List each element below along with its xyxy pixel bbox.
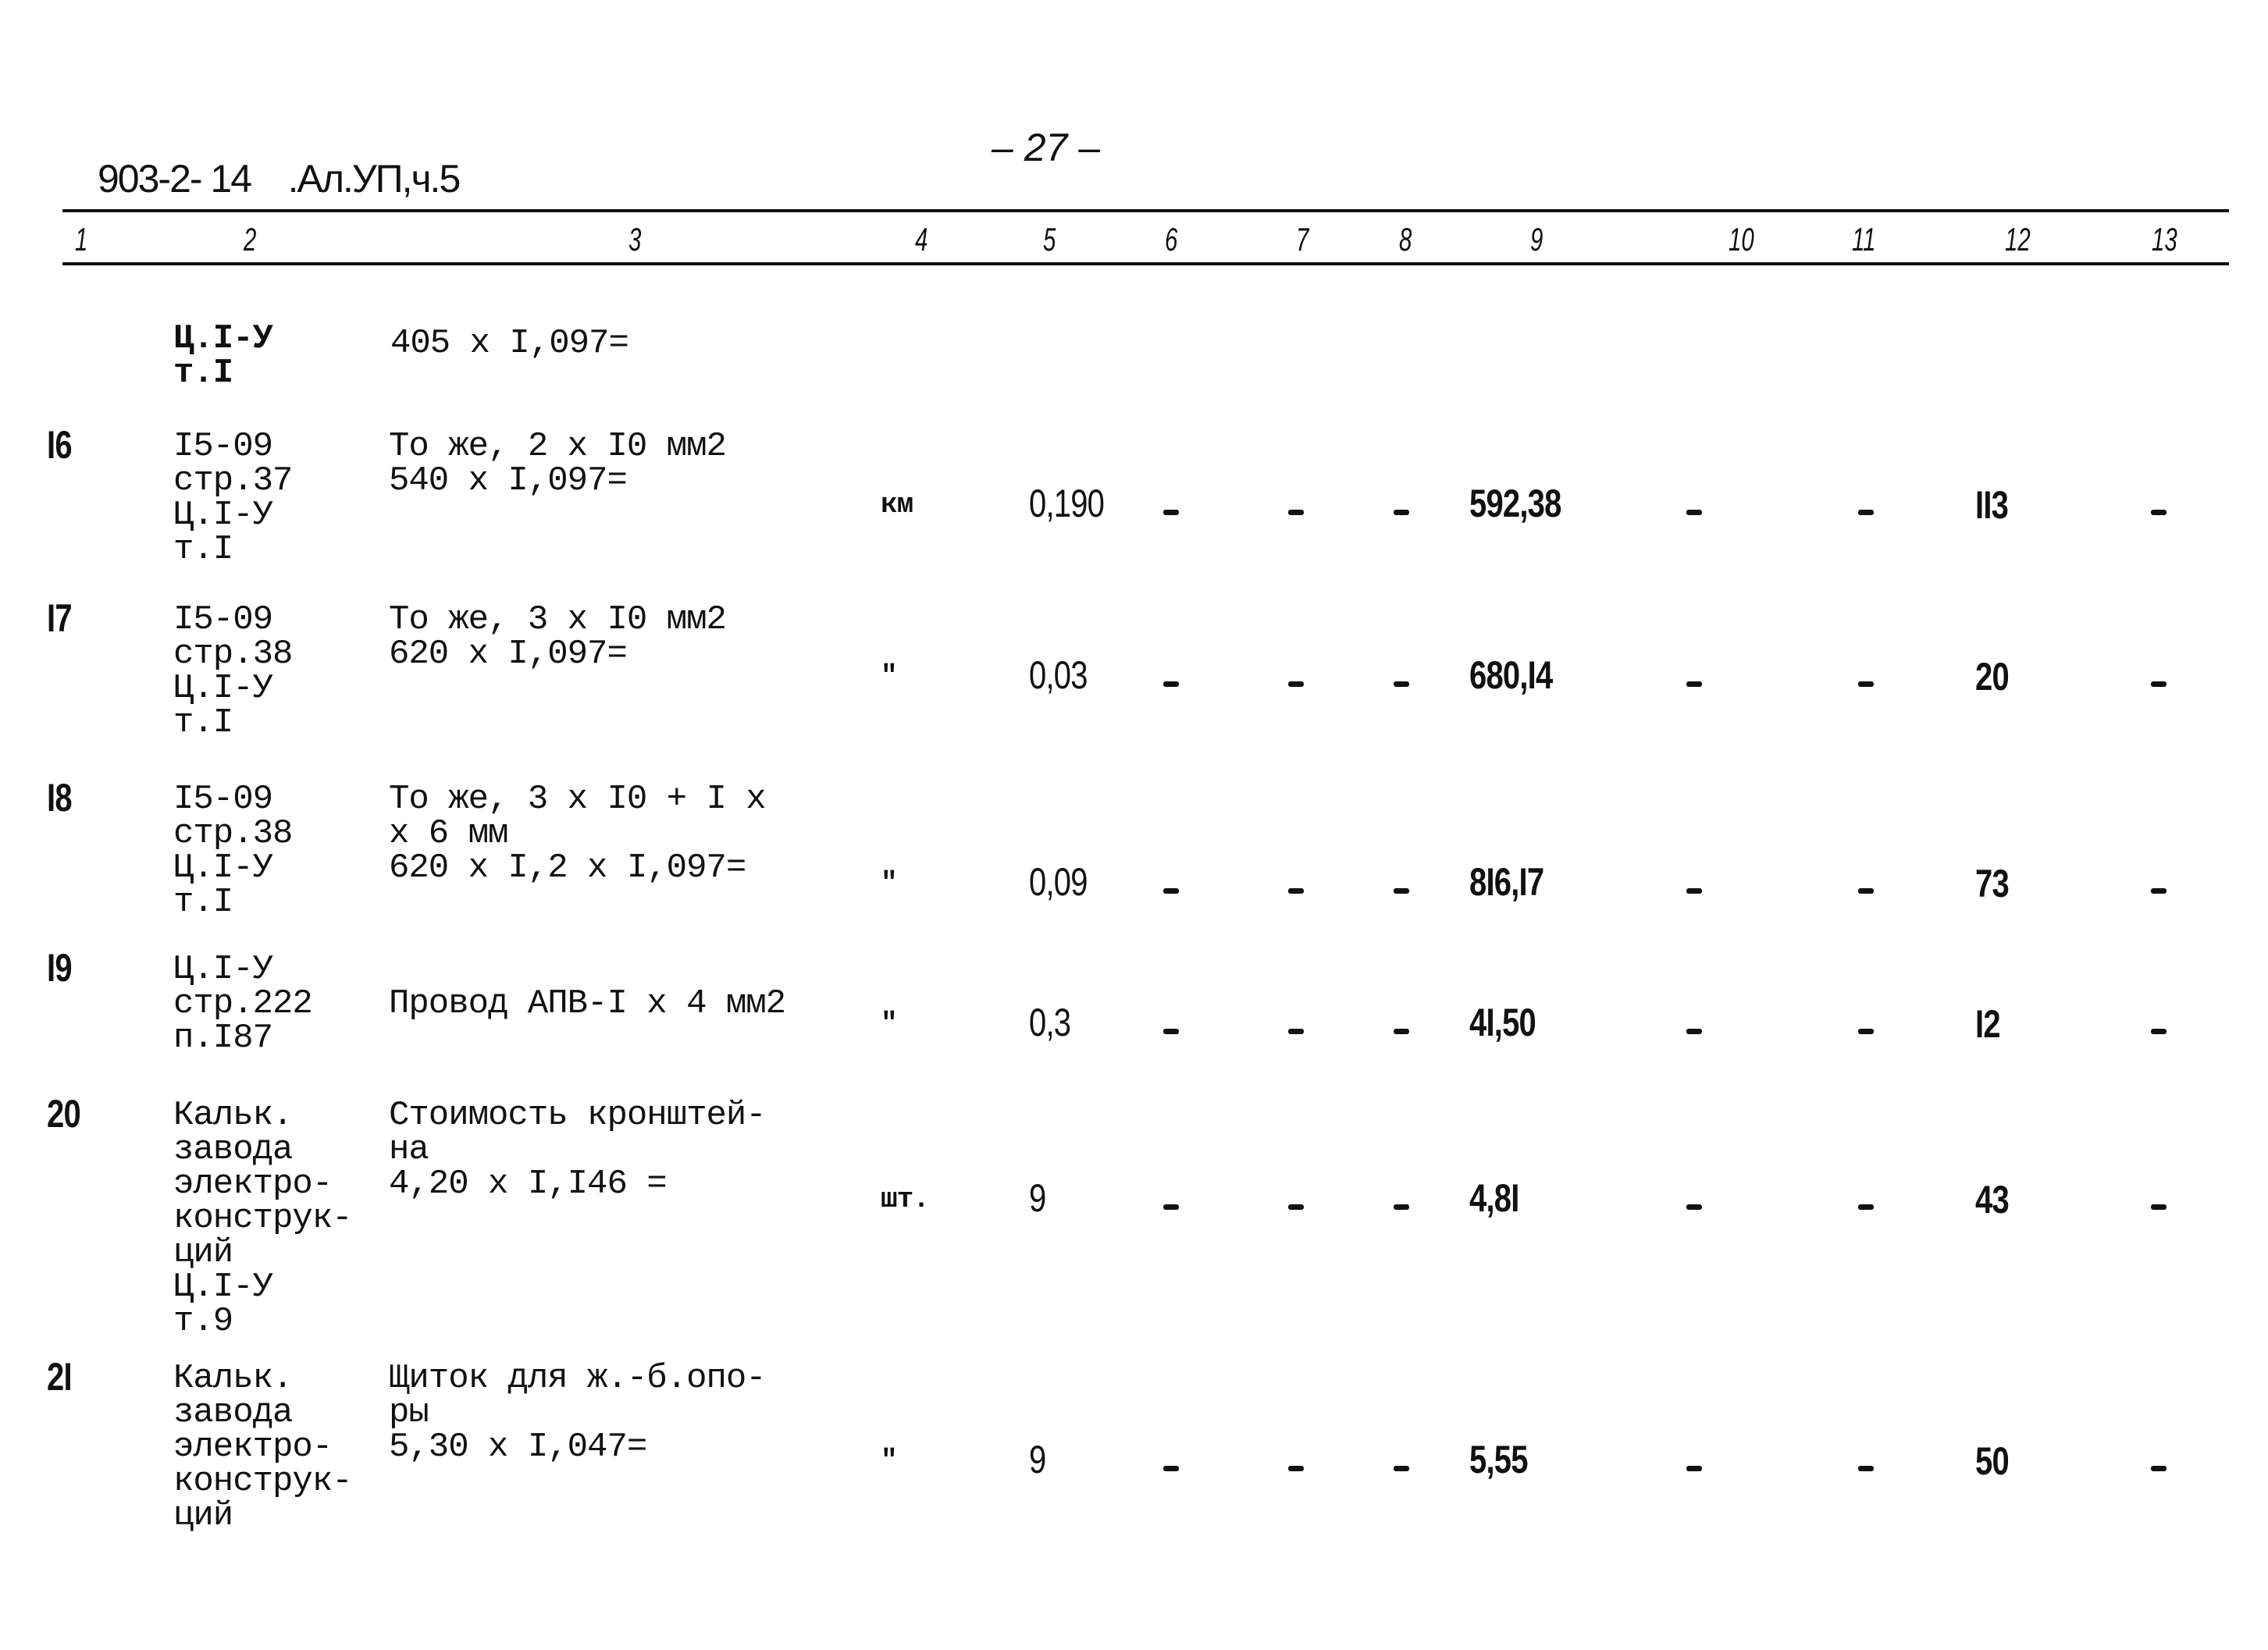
empty-value-dash (2151, 1204, 2167, 1210)
empty-value-dash (1686, 888, 1702, 894)
table-top-rule (62, 209, 2229, 212)
empty-value-dash (2151, 888, 2167, 894)
empty-value-dash (2151, 510, 2167, 515)
unit-cell: " (881, 1008, 898, 1040)
column-header: 10 (1729, 221, 1754, 258)
empty-value-dash (1163, 1204, 1179, 1210)
empty-value-dash (1394, 681, 1409, 687)
quantity-cell: 0,190 (1029, 482, 1105, 525)
page-number: – 27 – (992, 126, 1101, 169)
empty-value-dash (1288, 681, 1304, 687)
empty-value-dash (1288, 1204, 1304, 1210)
empty-value-dash (2151, 1029, 2167, 1034)
empty-value-dash (1163, 1466, 1179, 1471)
column-header: 2 (244, 221, 257, 258)
unit-price-cell: 4,8I (1469, 1176, 1519, 1220)
total-cell: 50 (1975, 1439, 2010, 1483)
unit-price-cell: 592,38 (1469, 482, 1561, 525)
total-cell: I2 (1975, 1002, 2001, 1046)
unit-cell: шт. (881, 1183, 930, 1215)
empty-value-dash (1394, 510, 1409, 515)
description-cell: Провод АПВ-I x 4 мм2 (389, 984, 786, 1023)
empty-value-dash (1686, 681, 1702, 687)
empty-value-dash (1394, 1466, 1409, 1471)
unit-cell: " (881, 1445, 898, 1477)
row-number-cell: I6 (47, 423, 73, 467)
description-cell: 405 x I,097= (390, 324, 629, 363)
column-header: 8 (1399, 221, 1412, 258)
empty-value-dash (1394, 1204, 1409, 1210)
quantity-cell: 0,3 (1029, 1001, 1071, 1044)
empty-value-dash (1288, 888, 1304, 894)
empty-value-dash (1858, 888, 1874, 894)
empty-value-dash (1858, 510, 1874, 515)
reference-cell: I5-09 стр.38 Ц.I-У т.I (173, 600, 293, 742)
row-number-cell: I8 (47, 776, 73, 820)
description-cell: То же, 2 x I0 мм2 540 x I,097= (389, 427, 727, 500)
empty-value-dash (1163, 888, 1179, 894)
total-cell: 20 (1975, 655, 2010, 699)
column-header: 11 (1852, 221, 1876, 258)
empty-value-dash (1288, 1029, 1304, 1034)
empty-value-dash (2151, 1466, 2167, 1471)
column-header: 1 (75, 221, 88, 258)
empty-value-dash (1163, 1029, 1179, 1034)
document-code: 903-2- 14 .Ал.УП,ч.5 (98, 157, 461, 201)
column-header: 3 (628, 221, 642, 258)
row-number-cell: 20 (47, 1092, 81, 1136)
row-number-cell: 2I (47, 1355, 73, 1399)
column-header: 6 (1165, 221, 1178, 258)
reference-cell: Ц.I-У стр.222 п.I87 (173, 950, 313, 1058)
column-header: 7 (1296, 221, 1309, 258)
empty-value-dash (1858, 1029, 1874, 1034)
empty-value-dash (1163, 510, 1179, 515)
description-cell: Щиток для ж.-б.опо- ры 5,30 x I,047= (389, 1359, 767, 1467)
row-number-cell: I7 (47, 596, 73, 640)
reference-cell: I5-09 стр.38 Ц.I-У т.I (173, 780, 293, 922)
quantity-cell: 9 (1029, 1176, 1046, 1220)
unit-cell: " (881, 660, 898, 692)
reference-cell: Кальк. завода электро- конструк- ций (173, 1359, 353, 1535)
table-header-bottom-rule (62, 262, 2229, 265)
total-cell: 73 (1975, 862, 2010, 905)
quantity-cell: 0,09 (1029, 860, 1088, 904)
unit-price-cell: 5,55 (1469, 1438, 1528, 1481)
empty-value-dash (1858, 681, 1874, 687)
unit-cell: км (881, 489, 913, 521)
empty-value-dash (2151, 681, 2167, 687)
unit-price-cell: 680,I4 (1469, 653, 1553, 697)
total-cell: II3 (1975, 483, 2009, 527)
unit-cell: " (881, 867, 898, 899)
column-header: 12 (2005, 221, 2031, 258)
column-header: 5 (1043, 221, 1056, 258)
quantity-cell: 0,03 (1029, 653, 1088, 697)
column-header: 4 (915, 221, 928, 258)
empty-value-dash (1686, 1029, 1702, 1034)
description-cell: То же, 3 x I0 + I x x 6 мм 620 x I,2 x I… (389, 780, 767, 887)
empty-value-dash (1686, 1204, 1702, 1210)
unit-price-cell: 4I,50 (1469, 1001, 1536, 1044)
reference-cell: Ц.I-У т.I (173, 319, 273, 393)
empty-value-dash (1163, 681, 1179, 687)
empty-value-dash (1686, 510, 1702, 515)
column-header: 13 (2152, 221, 2177, 258)
empty-value-dash (1394, 888, 1409, 894)
empty-value-dash (1686, 1466, 1702, 1471)
empty-value-dash (1858, 1466, 1874, 1471)
unit-price-cell: 8I6,I7 (1469, 860, 1544, 904)
column-header: 9 (1530, 221, 1543, 258)
empty-value-dash (1394, 1029, 1409, 1034)
reference-cell: Кальк. завода электро- конструк- ций Ц.I… (173, 1096, 353, 1341)
quantity-cell: 9 (1029, 1438, 1046, 1481)
reference-cell: I5-09 стр.37 Ц.I-У т.I (173, 427, 293, 569)
row-number-cell: I9 (47, 946, 73, 990)
empty-value-dash (1858, 1204, 1874, 1210)
empty-value-dash (1288, 1466, 1304, 1471)
total-cell: 43 (1975, 1178, 2010, 1221)
description-cell: То же, 3 x I0 мм2 620 x I,097= (389, 600, 727, 674)
empty-value-dash (1288, 510, 1304, 515)
description-cell: Стоимость кронштей- на 4,20 x I,I46 = (389, 1096, 767, 1204)
